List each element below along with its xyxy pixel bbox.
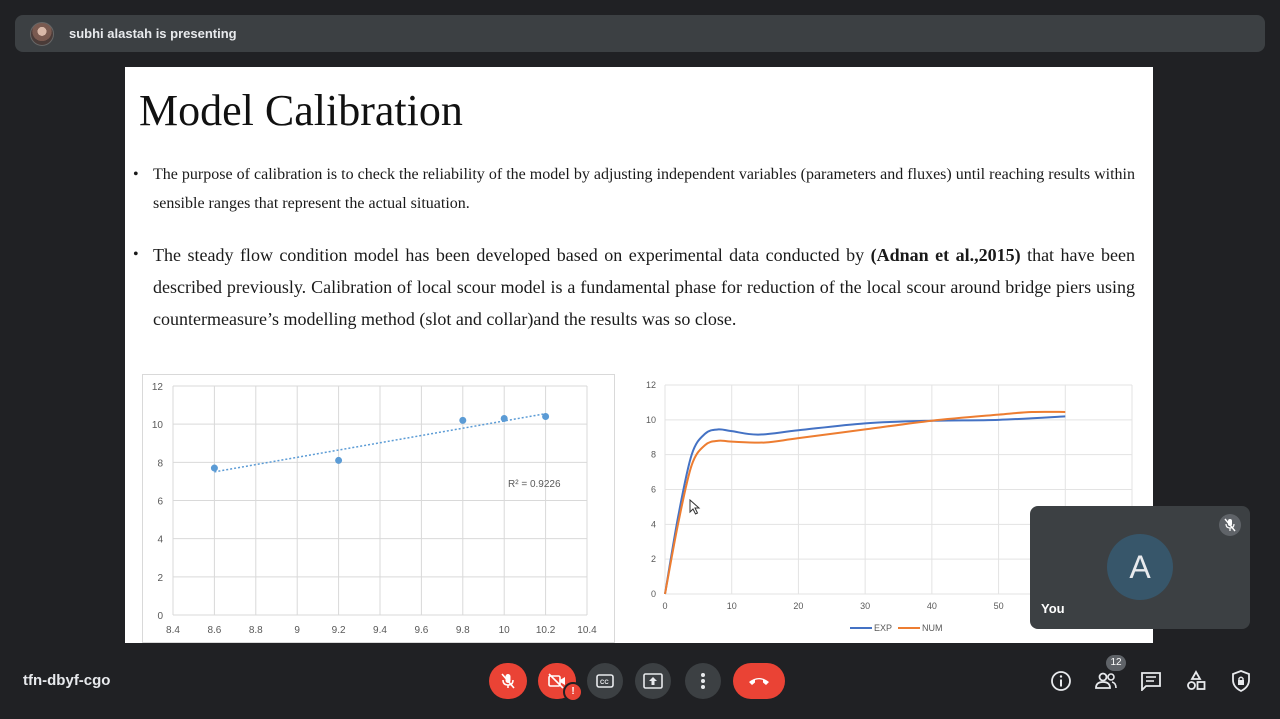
bullet-text: The steady flow condition model has been…	[153, 239, 1135, 335]
x-tick-label: 30	[860, 601, 870, 611]
y-tick-label: 10	[152, 420, 164, 431]
x-tick-label: 10.4	[577, 625, 597, 636]
bullet-dot: •	[133, 166, 139, 183]
presenter-avatar	[30, 21, 54, 46]
more-vert-icon	[701, 673, 705, 689]
present-screen-icon	[643, 673, 663, 689]
y-tick-label: 4	[651, 519, 656, 529]
self-avatar: A	[1107, 534, 1173, 600]
self-view-tile[interactable]: A You	[1030, 506, 1250, 629]
host-controls-button[interactable]	[1228, 668, 1254, 694]
chat-icon	[1141, 672, 1161, 691]
data-point	[210, 464, 218, 472]
shield-lock-icon	[1232, 670, 1250, 692]
bullet-citation: (Adnan et al.,2015)	[870, 245, 1021, 265]
present-now-button[interactable]	[635, 663, 671, 699]
y-tick-label: 12	[646, 380, 656, 390]
legend-label: NUM	[922, 623, 943, 633]
scatter-chart-svg: 8.4 8.6 8.8 9 9.2 9.4 9.6 9.8 10 10.2 10.4 0 2 4 6 8 10 1…	[142, 374, 615, 643]
captions-icon: CC	[596, 674, 614, 688]
muted-mic-icon	[1219, 514, 1241, 536]
x-tick-label: 20	[793, 601, 803, 611]
y-tick-label: 0	[651, 589, 656, 599]
meeting-info-button[interactable]	[1048, 668, 1074, 694]
scatter-chart: 8.4 8.6 8.8 9 9.2 9.4 9.6 9.8 10 10.2 10.4 0 2 4 6 8 10 1…	[142, 374, 615, 643]
x-tick-label: 10	[499, 625, 511, 636]
leave-call-button[interactable]	[733, 663, 785, 699]
y-tick-label: 4	[157, 535, 163, 546]
activities-button[interactable]	[1183, 668, 1209, 694]
camera-warning-badge: !	[563, 682, 583, 702]
x-tick-label: 9.2	[332, 625, 346, 636]
x-tick-label: 10	[727, 601, 737, 611]
bullet-text: The purpose of calibration is to check t…	[153, 166, 1135, 212]
x-tick-label: 9.8	[456, 625, 470, 636]
x-tick-label: 9.6	[414, 625, 428, 636]
x-tick-label: 8.8	[249, 625, 263, 636]
bullet-text-part: The steady flow condition model has been…	[153, 245, 871, 265]
x-tick-label: 9.4	[373, 625, 387, 636]
x-tick-label: 10.2	[536, 625, 556, 636]
y-tick-label: 8	[157, 458, 163, 469]
y-tick-label: 8	[651, 450, 656, 460]
mic-off-icon	[501, 673, 515, 689]
end-call-icon	[749, 678, 769, 685]
y-tick-label: 12	[152, 382, 164, 393]
legend-label: EXP	[874, 623, 892, 633]
info-icon	[1051, 671, 1071, 691]
y-tick-label: 2	[651, 554, 656, 564]
self-label: You	[1041, 601, 1065, 616]
mic-toggle-button[interactable]	[489, 663, 527, 699]
y-tick-label: 6	[157, 497, 163, 508]
x-tick-label: 8.4	[166, 625, 180, 636]
activities-icon	[1187, 670, 1206, 690]
r-squared-label: R² = 0.9226	[508, 479, 561, 490]
data-point	[542, 413, 550, 421]
presenter-label: subhi alastah is presenting	[69, 26, 237, 41]
slide-title: Model Calibration	[139, 86, 463, 135]
x-tick-label: 40	[927, 601, 937, 611]
presenting-bar: subhi alastah is presenting	[15, 15, 1265, 52]
participants-count-badge: 12	[1106, 655, 1126, 671]
x-tick-label: 0	[662, 601, 667, 611]
svg-text:CC: CC	[600, 680, 609, 686]
chat-button[interactable]	[1138, 668, 1164, 694]
x-tick-label: 50	[994, 601, 1004, 611]
y-tick-label: 2	[157, 573, 163, 584]
people-icon	[1095, 672, 1117, 689]
y-tick-label: 0	[157, 611, 163, 622]
more-options-button[interactable]	[685, 663, 721, 699]
x-tick-label: 9	[294, 625, 300, 636]
bullet-dot: •	[133, 246, 139, 263]
meeting-code: tfn-dbyf-cgo	[23, 672, 111, 689]
data-point	[335, 456, 343, 464]
data-point	[459, 416, 467, 424]
participants-button[interactable]	[1093, 668, 1119, 694]
mouse-cursor-icon	[689, 499, 701, 515]
y-tick-label: 6	[651, 485, 656, 495]
data-point	[500, 414, 508, 422]
captions-button[interactable]: CC	[587, 663, 623, 699]
x-tick-label: 8.6	[207, 625, 221, 636]
y-tick-label: 10	[646, 415, 656, 425]
shared-slide: Model Calibration • The purpose of calib…	[125, 67, 1153, 643]
